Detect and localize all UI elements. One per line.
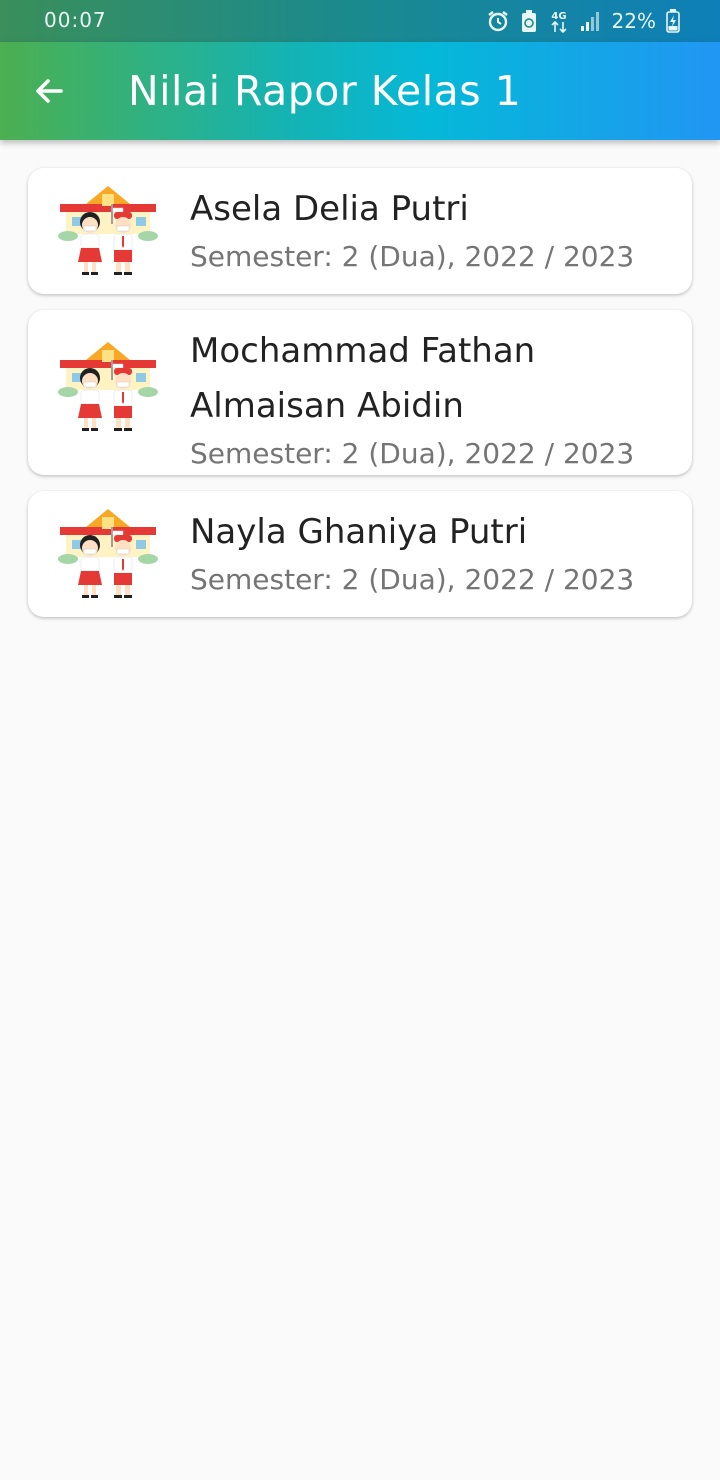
- student-card-text: Mochammad Fathan Almaisan Abidin Semeste…: [190, 324, 672, 474]
- student-card[interactable]: Nayla Ghaniya Putri Semester: 2 (Dua), 2…: [28, 491, 692, 617]
- school-kids-icon: [57, 341, 159, 432]
- student-name: Nayla Ghaniya Putri: [190, 512, 528, 552]
- network-4g-icon: 4G: [548, 8, 570, 34]
- student-card[interactable]: Mochammad Fathan Almaisan Abidin Semeste…: [28, 310, 692, 475]
- student-list: Asela Delia Putri Semester: 2 (Dua), 202…: [28, 168, 692, 633]
- student-semester: Semester: 2 (Dua), 2022 / 2023: [190, 563, 635, 596]
- status-bar: 00:07 4G 22%: [0, 0, 720, 42]
- back-button[interactable]: [22, 64, 76, 118]
- school-kids-icon: [57, 508, 159, 599]
- student-card[interactable]: Asela Delia Putri Semester: 2 (Dua), 202…: [28, 168, 692, 294]
- battery-saver-icon: [520, 9, 538, 33]
- student-semester: Semester: 2 (Dua), 2022 / 2023: [190, 240, 635, 273]
- student-card-text: Nayla Ghaniya Putri Semester: 2 (Dua), 2…: [190, 505, 672, 600]
- app-bar: Nilai Rapor Kelas 1: [0, 42, 720, 140]
- page-title: Nilai Rapor Kelas 1: [128, 67, 522, 115]
- status-time: 00:07: [44, 8, 107, 32]
- student-name: Mochammad Fathan Almaisan Abidin: [190, 331, 536, 426]
- student-semester: Semester: 2 (Dua), 2022 / 2023: [190, 437, 635, 470]
- alarm-icon: [486, 9, 510, 33]
- school-kids-icon: [57, 185, 159, 276]
- arrow-left-icon: [36, 79, 63, 103]
- status-icons: 4G 22%: [486, 8, 680, 34]
- battery-charging-icon: [666, 9, 680, 33]
- signal-icon: [580, 10, 602, 32]
- network-type-text: 4G: [551, 11, 566, 22]
- student-name: Asela Delia Putri: [190, 189, 469, 229]
- student-card-text: Asela Delia Putri Semester: 2 (Dua), 202…: [190, 182, 672, 277]
- battery-percent: 22%: [611, 9, 656, 33]
